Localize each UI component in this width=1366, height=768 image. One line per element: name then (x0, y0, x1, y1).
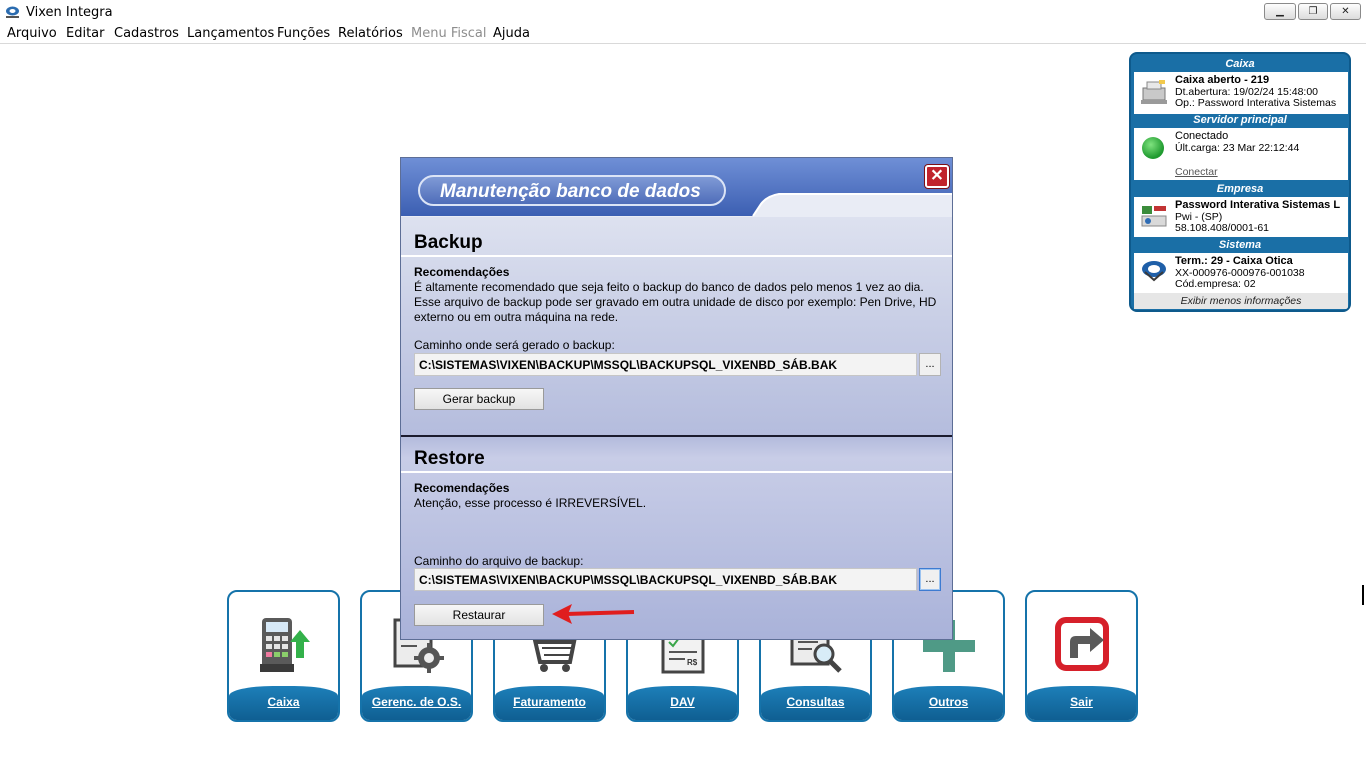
restore-browse-button[interactable]: ... (919, 568, 941, 591)
annotation-arrow-icon (552, 604, 635, 624)
sistema-header: Sistema (1218, 239, 1262, 251)
title-bar: Vixen Integra ▁ ❐ ✕ (0, 0, 1366, 24)
menu-cadastros[interactable]: Cadastros (114, 26, 179, 41)
caixa-header: Caixa (1225, 58, 1255, 70)
cash-register-small-icon (1141, 80, 1167, 104)
db-maintenance-dialog: Manutenção banco de dados ✕ Backup Recom… (400, 157, 953, 640)
tile-sair-label: Sair (1070, 695, 1093, 709)
restore-path-input[interactable]: C:\SISTEMAS\VIXEN\BACKUP\MSSQL\BACKUPSQL… (414, 568, 917, 591)
dialog-title: Manutenção banco de dados (440, 181, 701, 202)
restore-button[interactable]: Restaurar (414, 604, 544, 626)
menu-ajuda[interactable]: Ajuda (493, 26, 530, 41)
backup-path-input[interactable]: C:\SISTEMAS\VIXEN\BACKUP\MSSQL\BACKUPSQL… (414, 353, 917, 376)
sistema-terminal: Term.: 29 - Caixa Otica (1175, 255, 1293, 267)
menu-editar[interactable]: Editar (66, 26, 105, 41)
backup-recommendations-text: É altamente recomendado que seja feito o… (414, 280, 937, 324)
restore-button[interactable]: ❐ (1298, 3, 1328, 20)
close-icon: ✕ (930, 167, 944, 185)
caixa-box: Caixa aberto - 219 Dt.abertura: 19/02/24… (1134, 72, 1348, 114)
tile-caixa-label: Caixa (267, 695, 300, 709)
tile-outros-label: Outros (928, 695, 969, 709)
caixa-operador: Op.: Password Interativa Sistemas (1175, 97, 1337, 109)
close-icon: ✕ (1341, 5, 1350, 17)
restore-path-label: Caminho do arquivo de backup: (414, 554, 584, 568)
backup-section-title: Backup (414, 232, 483, 253)
backup-browse-button[interactable]: ... (919, 353, 941, 376)
sistema-box: Term.: 29 - Caixa Otica XX-000976-000976… (1134, 253, 1348, 293)
empresa-nome: Password Interativa Sistemas L (1175, 199, 1341, 211)
menu-bar: Arquivo Editar Cadastros Lançamentos Fun… (0, 24, 1366, 44)
backup-recommendations-heading: Recomendações (414, 265, 510, 279)
restore-warning-text: Atenção, esse processo é IRREVERSÍVEL. (414, 496, 647, 510)
empresa-box: Password Interativa Sistemas L Pwi - (SP… (1134, 197, 1348, 237)
generate-backup-button[interactable]: Gerar backup (414, 388, 544, 410)
minimize-button[interactable]: ▁ (1264, 3, 1296, 20)
menu-fiscal: Menu Fiscal (411, 26, 487, 41)
company-logo-icon (1141, 206, 1167, 227)
vixen-logo-icon (1142, 261, 1166, 282)
window-title: Vixen Integra (26, 5, 113, 20)
caixa-status: Caixa aberto - 219 (1175, 74, 1270, 86)
tile-dav-label: DAV (670, 695, 695, 709)
tile-gerenc-os-label: Gerenc. de O.S. (371, 695, 462, 709)
restore-icon: ❐ (1308, 5, 1318, 17)
servidor-status: Conectado (1175, 130, 1229, 142)
restore-recommendations-heading: Recomendações (414, 481, 510, 495)
info-panel: Caixa Caixa aberto - 219 Dt.abertura: 19… (1129, 52, 1351, 312)
mouse-cursor-icon (1362, 585, 1364, 605)
menu-lancamentos[interactable]: Lançamentos (187, 26, 274, 41)
dialog-close-button[interactable]: ✕ (925, 165, 949, 188)
tile-faturamento-label: Faturamento (513, 695, 586, 709)
conectar-link[interactable]: Conectar (1175, 166, 1218, 178)
menu-funcoes[interactable]: Funções (277, 26, 330, 41)
empresa-cnpj: 58.108.408/0001-61 (1175, 222, 1270, 234)
close-window-button[interactable]: ✕ (1330, 3, 1361, 20)
cash-register-icon (260, 618, 310, 672)
menu-relatorios[interactable]: Relatórios (338, 26, 403, 41)
empresa-header: Empresa (1216, 183, 1264, 195)
tile-caixa[interactable]: Caixa (227, 590, 340, 722)
tile-consultas-label: Consultas (786, 695, 845, 709)
svg-text:R$: R$ (687, 658, 698, 667)
servidor-ultima-carga: Últ.carga: 23 Mar 22:12:44 (1175, 141, 1300, 154)
connection-status-icon (1142, 137, 1164, 159)
section-divider (401, 435, 952, 437)
tile-sair[interactable]: Sair (1025, 590, 1138, 722)
minimize-icon: ▁ (1276, 5, 1284, 17)
servidor-box: Conectado Últ.carga: 23 Mar 22:12:44 Con… (1134, 128, 1348, 180)
exit-icon (1055, 617, 1109, 671)
restore-section-title: Restore (414, 448, 485, 469)
vixen-app-icon (6, 6, 19, 18)
menu-arquivo[interactable]: Arquivo (7, 26, 57, 41)
backup-path-label: Caminho onde será gerado o backup: (414, 338, 615, 352)
sistema-codigo-empresa: Cód.empresa: 02 (1175, 278, 1256, 290)
toggle-info-link[interactable]: Exibir menos informações (1134, 293, 1348, 309)
servidor-header: Servidor principal (1193, 114, 1287, 126)
